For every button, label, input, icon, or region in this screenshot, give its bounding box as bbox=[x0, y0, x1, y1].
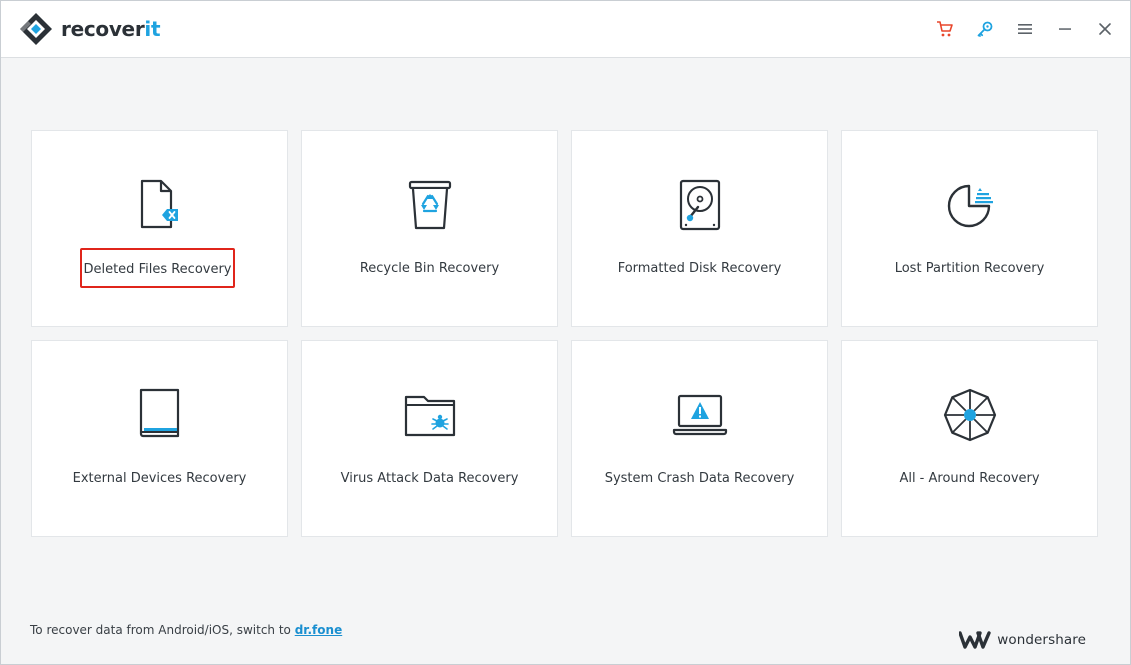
external-drive-icon bbox=[132, 387, 188, 443]
card-system-crash-data-recovery[interactable]: System Crash Data Recovery bbox=[571, 340, 828, 537]
drfone-link[interactable]: dr.fone bbox=[295, 623, 343, 637]
card-formatted-disk-recovery[interactable]: Formatted Disk Recovery bbox=[571, 130, 828, 327]
card-label: System Crash Data Recovery bbox=[604, 471, 795, 486]
brand-name: wondershare bbox=[997, 632, 1086, 648]
menu-icon bbox=[1018, 24, 1032, 34]
card-label: Lost Partition Recovery bbox=[894, 261, 1045, 276]
app-logo: recoverit bbox=[19, 12, 161, 46]
app-name: recoverit bbox=[61, 17, 161, 41]
store-button[interactable] bbox=[934, 18, 956, 40]
mobile-recovery-note-text: To recover data from Android/iOS, switch… bbox=[30, 623, 295, 637]
key-icon bbox=[977, 21, 993, 37]
recoverit-logo-icon bbox=[20, 13, 52, 45]
cart-icon bbox=[937, 21, 953, 37]
app-window: recoverit Deleted Files Recovery Recycle… bbox=[0, 0, 1131, 665]
partition-pie-icon bbox=[942, 177, 998, 233]
all-around-icon bbox=[942, 387, 998, 443]
minimize-icon bbox=[1059, 28, 1071, 30]
card-label: Recycle Bin Recovery bbox=[359, 261, 500, 276]
card-external-devices-recovery[interactable]: External Devices Recovery bbox=[31, 340, 288, 537]
wondershare-brand: wondershare bbox=[959, 631, 1086, 649]
close-button[interactable] bbox=[1094, 18, 1116, 40]
close-icon bbox=[1099, 23, 1111, 35]
mobile-recovery-note: To recover data from Android/iOS, switch… bbox=[30, 623, 342, 637]
virus-folder-icon bbox=[402, 387, 458, 443]
app-name-accent: it bbox=[144, 17, 161, 41]
card-all-around-recovery[interactable]: All - Around Recovery bbox=[841, 340, 1098, 537]
card-label: All - Around Recovery bbox=[899, 471, 1040, 486]
title-bar: recoverit bbox=[1, 1, 1130, 58]
card-label: Virus Attack Data Recovery bbox=[340, 471, 519, 486]
recycle-bin-icon bbox=[402, 177, 458, 233]
card-label: External Devices Recovery bbox=[72, 471, 247, 486]
menu-button[interactable] bbox=[1014, 18, 1036, 40]
deleted-file-icon bbox=[132, 177, 188, 233]
card-label: Formatted Disk Recovery bbox=[617, 261, 782, 276]
app-name-main: recover bbox=[61, 17, 145, 41]
card-lost-partition-recovery[interactable]: Lost Partition Recovery bbox=[841, 130, 1098, 327]
card-recycle-bin-recovery[interactable]: Recycle Bin Recovery bbox=[301, 130, 558, 327]
hard-disk-icon bbox=[672, 177, 728, 233]
minimize-button[interactable] bbox=[1054, 18, 1076, 40]
register-button[interactable] bbox=[974, 18, 996, 40]
card-virus-attack-data-recovery[interactable]: Virus Attack Data Recovery bbox=[301, 340, 558, 537]
card-deleted-files-recovery[interactable]: Deleted Files Recovery bbox=[31, 130, 288, 327]
card-label: Deleted Files Recovery bbox=[80, 248, 235, 288]
crashed-laptop-icon bbox=[672, 387, 728, 443]
wondershare-logo-icon bbox=[959, 631, 991, 649]
recovery-mode-grid: Deleted Files Recovery Recycle Bin Recov… bbox=[31, 130, 1098, 537]
window-controls bbox=[934, 18, 1116, 40]
